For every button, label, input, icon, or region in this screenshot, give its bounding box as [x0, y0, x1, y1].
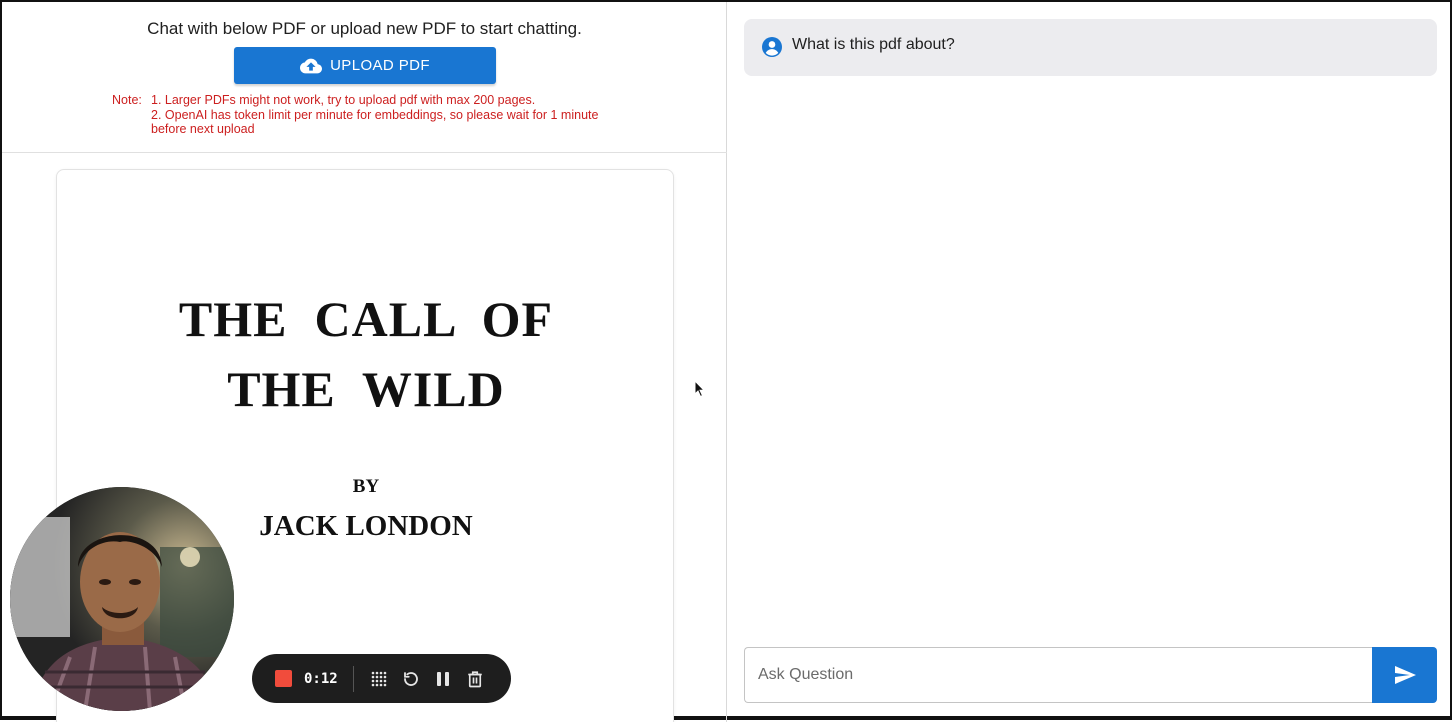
webcam-bubble[interactable] — [10, 487, 234, 711]
send-icon — [1394, 666, 1416, 684]
webcam-feed-image — [10, 487, 234, 711]
upload-intro-text: Chat with below PDF or upload new PDF to… — [147, 19, 582, 38]
pdf-title: THE CALL OF THE WILD — [57, 284, 675, 424]
note-label: Note: — [112, 93, 142, 107]
upload-pdf-label: UPLOAD PDF — [330, 57, 430, 74]
chat-message-text: What is this pdf about? — [792, 36, 955, 53]
note-line: 1. Larger PDFs might not work, try to up… — [151, 93, 536, 107]
note-line: 2. OpenAI has token limit per minute for… — [151, 107, 599, 137]
chat-message-user: What is this pdf about? — [744, 19, 1437, 76]
upload-note: Note: 1. Larger PDFs might not work, try… — [112, 93, 672, 137]
mouse-cursor-icon — [694, 380, 706, 398]
upload-pdf-button[interactable]: UPLOAD PDF — [234, 47, 496, 84]
pause-icon[interactable] — [432, 668, 454, 690]
recording-timer: 0:12 — [304, 670, 338, 687]
recording-toolbar: 0:12 — [252, 654, 511, 703]
ask-question-input[interactable] — [744, 647, 1373, 703]
restart-icon[interactable] — [400, 668, 422, 690]
trash-icon[interactable] — [464, 668, 486, 690]
toolbar-divider — [353, 665, 354, 692]
stop-recording-button[interactable] — [275, 670, 292, 687]
pdf-title-line: THE CALL OF — [178, 291, 554, 347]
window-frame: Chat with below PDF or upload new PDF to… — [0, 0, 1452, 722]
grid-icon[interactable] — [368, 668, 390, 690]
chat-pane: What is this pdf about? — [728, 2, 1452, 722]
upload-header: Chat with below PDF or upload new PDF to… — [2, 2, 727, 153]
send-button[interactable] — [1372, 647, 1437, 703]
user-avatar-icon — [762, 37, 782, 57]
pdf-title-line: THE WILD — [227, 361, 505, 417]
cloud-upload-icon — [300, 58, 323, 73]
